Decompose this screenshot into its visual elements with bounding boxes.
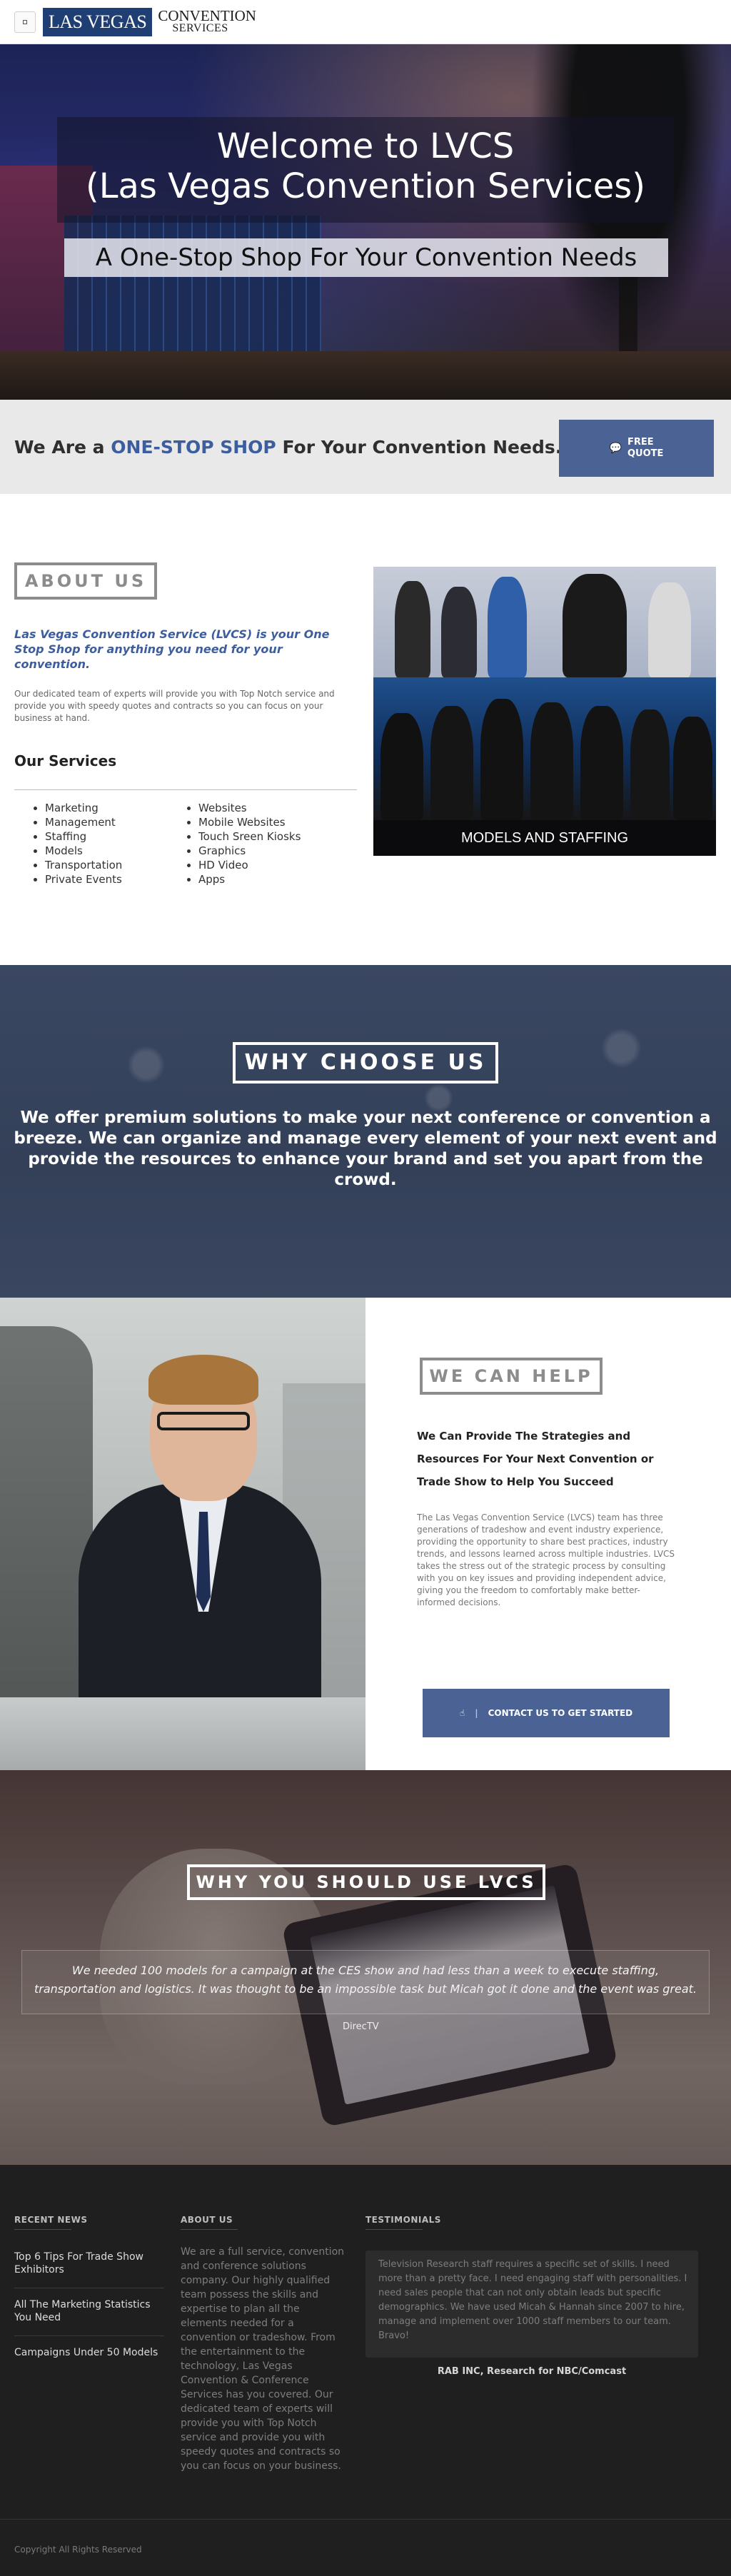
- about-body: Our dedicated team of experts will provi…: [14, 689, 335, 723]
- footer-heading-rule: [366, 2229, 423, 2230]
- contact-us-label: CONTACT US TO GET STARTED: [488, 1708, 633, 1718]
- logo-line-1: CONVENTION: [158, 7, 256, 24]
- staff-figure: [480, 699, 523, 820]
- banner-text-after: For Your Convention Needs.: [276, 437, 563, 458]
- one-stop-banner: We Are a ONE-STOP SHOP For Your Conventi…: [0, 400, 731, 494]
- contact-us-button[interactable]: ☝ | CONTACT US TO GET STARTED: [423, 1689, 670, 1737]
- footer-heading-rule: [181, 2229, 238, 2230]
- free-quote-button[interactable]: 💬 FREE QUOTE: [559, 420, 714, 477]
- news-link[interactable]: Top 6 Tips For Trade Show Exhibitors: [14, 2251, 164, 2288]
- menu-icon: [23, 20, 27, 24]
- service-item: Graphics: [198, 844, 301, 858]
- services-list-1: Marketing Management Staffing Models Tra…: [32, 801, 122, 887]
- photo-caption: MODELS AND STAFFING: [460, 830, 629, 846]
- top-navbar: LAS VEGAS CONVENTION SERVICES: [0, 0, 731, 44]
- model-figure: [563, 574, 627, 677]
- thumbs-up-icon: ☝: [459, 1708, 465, 1718]
- logo-wordmark-text: CONVENTION SERVICES: [158, 9, 256, 35]
- model-figure: [488, 577, 527, 677]
- comment-icon: 💬: [609, 443, 622, 454]
- help-body: The Las Vegas Convention Service (LVCS) …: [417, 1512, 675, 1607]
- photo-models-row: [373, 567, 716, 677]
- staff-figure: [430, 706, 473, 820]
- service-item: Apps: [198, 872, 301, 887]
- service-item: Private Events: [45, 872, 122, 887]
- models-staffing-photo: MODELS AND STAFFING: [373, 567, 716, 856]
- testimonial-author: RAB INC, Research for NBC/Comcast: [437, 2366, 627, 2377]
- about-lead: Las Vegas Convention Service (LVCS) is y…: [14, 627, 330, 671]
- testimonials-heading: TESTIMONIALS: [366, 2215, 441, 2225]
- model-figure: [648, 582, 691, 677]
- button-separator: |: [475, 1708, 478, 1718]
- photo-hair: [148, 1355, 258, 1405]
- service-item: Staffing: [45, 829, 122, 844]
- footer-about-heading: ABOUT US: [181, 2215, 233, 2225]
- recent-news-list: Top 6 Tips For Trade Show Exhibitors All…: [14, 2251, 164, 2380]
- service-item: Marketing: [45, 801, 122, 815]
- model-figure: [441, 587, 477, 677]
- why-choose-title: WHY CHOOSE US: [233, 1042, 498, 1084]
- we-can-help-title: WE CAN HELP: [420, 1358, 603, 1395]
- banner-text: We Are a ONE-STOP SHOP For Your Conventi…: [14, 437, 562, 458]
- staff-figure: [673, 717, 712, 820]
- service-item: Websites: [198, 801, 301, 815]
- testimonial-text: Television Research staff requires a spe…: [378, 2259, 687, 2341]
- footer-divider: [0, 2519, 731, 2520]
- why-use-lvcs-section: WHY YOU SHOULD USE LVCS We needed 100 mo…: [0, 1770, 731, 2165]
- staff-figure: [630, 709, 670, 820]
- service-item: Models: [45, 844, 122, 858]
- businessman-photo: [0, 1298, 366, 1770]
- banner-text-highlight: ONE-STOP SHOP: [111, 437, 276, 458]
- news-link[interactable]: Campaigns Under 50 Models: [14, 2346, 164, 2370]
- staff-figure: [380, 713, 423, 820]
- banner-text-before: We Are a: [14, 437, 111, 458]
- footer-about-text: We are a full service, convention and co…: [181, 2246, 345, 2472]
- staff-figure: [530, 702, 573, 820]
- logo-wordmark-box: LAS VEGAS: [43, 8, 153, 36]
- service-item: Touch Sreen Kiosks: [198, 829, 301, 844]
- footer-heading-rule: [14, 2229, 71, 2230]
- hero-ground: [0, 351, 731, 400]
- service-item: Mobile Websites: [198, 815, 301, 829]
- staff-figure: [580, 706, 623, 820]
- model-figure: [395, 581, 430, 677]
- free-quote-label: FREE QUOTE: [627, 437, 664, 459]
- service-item: HD Video: [198, 858, 301, 872]
- testimonial-quote: We needed 100 models for a campaign at t…: [34, 1964, 697, 1996]
- news-link[interactable]: All The Marketing Statistics You Need: [14, 2298, 164, 2336]
- copyright: Copyright All Rights Reserved: [14, 2545, 142, 2555]
- we-can-help-section: WE CAN HELP We Can Provide The Strategie…: [0, 1298, 731, 1770]
- recent-news-heading: RECENT NEWS: [14, 2215, 88, 2225]
- hero-subtitle: A One-Stop Shop For Your Convention Need…: [95, 243, 637, 272]
- why-choose-section: WHY CHOOSE US We offer premium solutions…: [0, 965, 731, 1298]
- photo-staff-row: [373, 677, 716, 820]
- testimonial-brand: DirecTV: [343, 2021, 379, 2032]
- hero-section: Welcome to LVCS (Las Vegas Convention Se…: [0, 44, 731, 400]
- menu-toggle-button[interactable]: [14, 11, 36, 33]
- services-title: Our Services: [14, 752, 117, 769]
- about-title: ABOUT US: [14, 562, 157, 600]
- help-lead: We Can Provide The Strategies and Resour…: [417, 1430, 654, 1488]
- site-logo[interactable]: LAS VEGAS CONVENTION SERVICES: [43, 5, 256, 39]
- services-divider: [14, 789, 357, 790]
- why-use-lvcs-title: WHY YOU SHOULD USE LVCS: [187, 1864, 545, 1900]
- service-item: Transportation: [45, 858, 122, 872]
- photo-glasses: [157, 1412, 250, 1430]
- services-list-2: Websites Mobile Websites Touch Sreen Kio…: [186, 801, 301, 887]
- hero-title: Welcome to LVCS (Las Vegas Convention Se…: [86, 126, 645, 206]
- about-section: ABOUT US Las Vegas Convention Service (L…: [0, 494, 731, 965]
- why-choose-text: We offer premium solutions to make your …: [14, 1108, 717, 1189]
- footer: RECENT NEWS Top 6 Tips For Trade Show Ex…: [0, 2165, 731, 2576]
- service-item: Management: [45, 815, 122, 829]
- photo-table: [0, 1697, 366, 1770]
